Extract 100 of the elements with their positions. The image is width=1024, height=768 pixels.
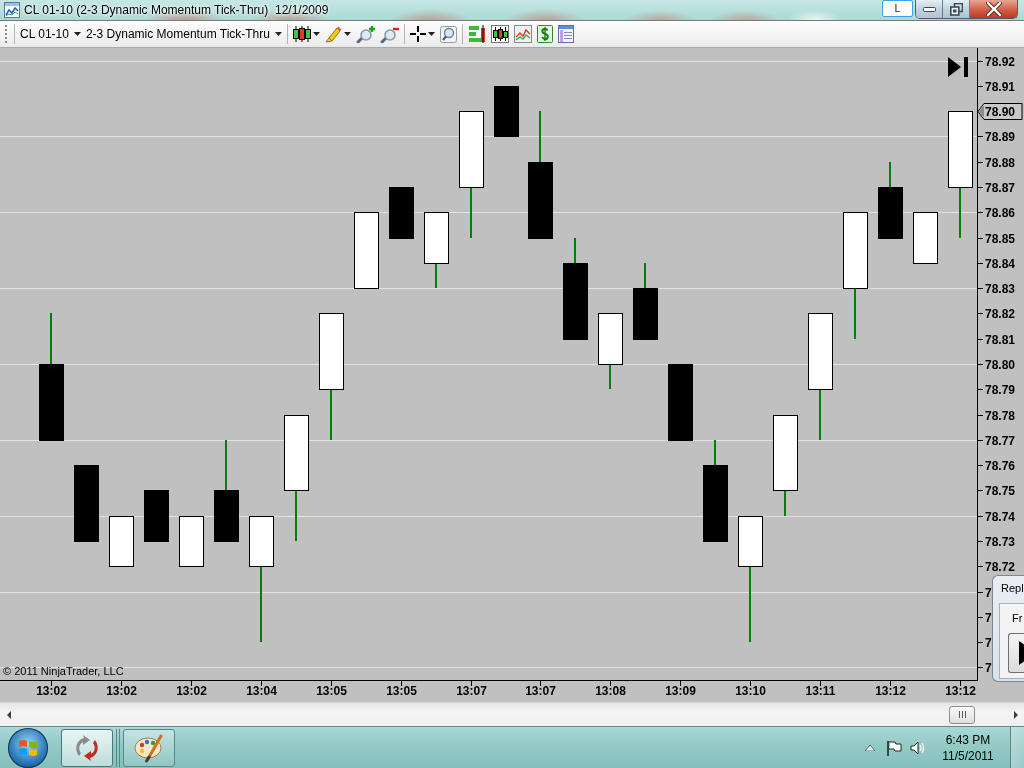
- price-axis-label: 78.88: [985, 156, 1016, 170]
- clock-time[interactable]: 6:43 PM: [936, 731, 1000, 748]
- price-axis-label: 7: [985, 661, 992, 675]
- field-label: Fr: [1011, 611, 1024, 625]
- candle-wick: [574, 237, 576, 264]
- up-arrow-icon[interactable]: [865, 744, 875, 751]
- caret-icon[interactable]: [343, 32, 351, 36]
- caret-icon[interactable]: [73, 32, 81, 36]
- price-axis-label: 78.73: [985, 535, 1016, 549]
- candle-body: [249, 516, 274, 567]
- price-axis-label: 78.86: [985, 206, 1016, 220]
- caret-icon[interactable]: [427, 32, 435, 36]
- candle-wick: [959, 186, 961, 239]
- minimize-icon[interactable]: [922, 6, 936, 12]
- candle-body: [878, 187, 903, 239]
- scrollbar-thumb[interactable]: [949, 705, 975, 724]
- horizontal-scrollbar[interactable]: [0, 702, 1024, 726]
- candle-body: [598, 313, 623, 365]
- taskbar-app-button[interactable]: [61, 728, 113, 767]
- pencil-icon[interactable]: [324, 25, 342, 43]
- price-axis-label: 78.77: [985, 434, 1016, 448]
- time-axis-label: 13:02: [36, 684, 67, 698]
- candlestick-icon[interactable]: [292, 26, 311, 42]
- price-axis-label: 7: [985, 611, 992, 625]
- time-axis-label: 13:11: [805, 684, 836, 698]
- window-title: CL 01-10 (2-3 Dynamic Momentum Tick-Thru) 12/1/2009: [24, 2, 329, 19]
- candle-body: [179, 516, 204, 567]
- close-icon[interactable]: [985, 2, 1002, 16]
- time-axis-label: 13:05: [316, 684, 347, 698]
- candle-wick: [470, 186, 472, 239]
- candle-wick: [609, 363, 611, 390]
- window-title: Repl: [1000, 581, 1024, 595]
- y-tick-label: 78.90: [985, 105, 1016, 119]
- palette-icon[interactable]: [134, 732, 164, 763]
- candle-body: [144, 490, 169, 542]
- play-button[interactable]: [1008, 633, 1024, 673]
- price-axis-label: 78.82: [985, 307, 1016, 321]
- price-axis-label: 78.78: [985, 409, 1016, 423]
- period-type-dropdown[interactable]: 2-3 Dynamic Momentum Tick-Thru: [83, 22, 284, 46]
- candle-body: [424, 212, 449, 264]
- caret-icon[interactable]: [274, 32, 282, 36]
- taskbar-app-button[interactable]: [123, 728, 175, 767]
- candle-wick: [435, 262, 437, 289]
- flag-icon[interactable]: [886, 739, 902, 756]
- price-axis-label: 78.80: [985, 358, 1016, 372]
- time-axis-label: 13:12: [875, 684, 906, 698]
- time-axis-label: 13:07: [525, 684, 556, 698]
- price-axis-label: 7: [985, 636, 992, 650]
- play-icon[interactable]: [1019, 641, 1024, 665]
- caret-icon[interactable]: [312, 32, 320, 36]
- price-axis-label: 7: [985, 586, 992, 600]
- clock-date[interactable]: 11/5/2011: [936, 747, 1000, 764]
- price-axis-label: 78.72: [985, 560, 1016, 574]
- close-button[interactable]: [970, 0, 1017, 18]
- show-hidden-icons-button[interactable]: [862, 744, 878, 751]
- candle-wick: [889, 161, 891, 188]
- price-axis-label: 78.91: [985, 80, 1016, 94]
- candle-wick: [295, 489, 297, 542]
- price-axis-label: 78.87: [985, 181, 1016, 195]
- candle-wick: [784, 489, 786, 517]
- price-axis-label: 78.83: [985, 282, 1016, 296]
- candle-wick: [225, 439, 227, 491]
- candle-wick: [854, 287, 856, 340]
- price-axis-label: 78.75: [985, 484, 1016, 498]
- price-axis-label: 78.85: [985, 232, 1016, 246]
- start-button[interactable]: [8, 727, 48, 768]
- price-axis-label: 78.79: [985, 383, 1016, 397]
- speaker-icon[interactable]: [910, 739, 926, 756]
- language-button[interactable]: L: [882, 0, 913, 17]
- candle-wick: [644, 262, 646, 289]
- minimize-button[interactable]: [916, 0, 943, 18]
- candle-body: [109, 516, 134, 567]
- candle-body: [633, 288, 658, 340]
- crosshair-icon[interactable]: [409, 26, 426, 42]
- time-axis-label: 13:10: [735, 684, 766, 698]
- price-axis-label: 78.81: [985, 333, 1016, 347]
- grip-icon[interactable]: [958, 711, 966, 718]
- price-axis-label: 78.76: [985, 459, 1016, 473]
- time-axis-label: 13:12: [945, 684, 976, 698]
- skip-to-end-icon[interactable]: [948, 57, 968, 77]
- left-arrow-icon[interactable]: [6, 710, 11, 719]
- candle-wick: [714, 439, 716, 466]
- instrument-dropdown[interactable]: CL 01-10: [18, 22, 83, 46]
- candle-wick: [330, 388, 332, 441]
- candle-body: [738, 516, 763, 567]
- candle-body: [389, 187, 414, 239]
- time-axis-label: 13:09: [665, 684, 696, 698]
- candle-wick: [539, 110, 541, 163]
- last-price-tag: 78.90: [977, 103, 1023, 120]
- restore-icon[interactable]: [949, 2, 963, 16]
- chart-window-icon: [4, 2, 20, 18]
- price-axis-label: 78.89: [985, 130, 1016, 144]
- price-axis-label: 78.84: [985, 257, 1016, 271]
- candle-body: [214, 490, 239, 542]
- time-axis-label: 13:08: [595, 684, 626, 698]
- time-axis-label: 13:02: [176, 684, 207, 698]
- right-arrow-icon[interactable]: [1013, 710, 1018, 719]
- candle-wick: [819, 388, 821, 441]
- copyright-text: © 2011 NinjaTrader, LLC: [3, 665, 124, 677]
- restore-button[interactable]: [943, 0, 970, 18]
